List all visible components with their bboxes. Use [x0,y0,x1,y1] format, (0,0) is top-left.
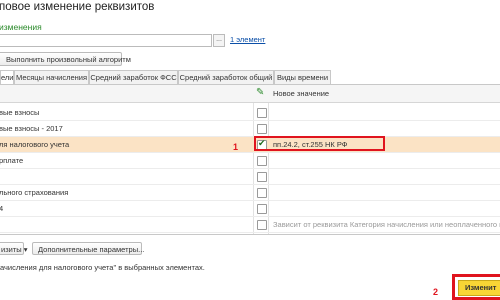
table-header: ✎ Новое значение [0,85,500,103]
row-name: 4 [0,204,4,213]
attributes-button-label: изиты [1,245,22,254]
table-row[interactable]: вые взносы - 2017 [0,121,500,137]
table-row[interactable]: Зависит от реквизита Категория начислени… [0,217,500,233]
row-checkbox[interactable] [257,124,267,134]
row-value[interactable]: Зависит от реквизита Категория начислени… [273,220,500,229]
tab-time-types[interactable]: Виды времени [274,70,331,84]
row-checkbox[interactable] [257,108,267,118]
apply-button-highlight: Изменит [452,274,500,300]
status-text: ачисления для налогового учета" в выбран… [0,263,205,272]
choose-objects-button[interactable]: ... [213,34,225,47]
value-column-header: Новое значение [273,89,330,98]
attributes-table: ✎ Новое значение вые взносы вые взносы -… [0,84,500,235]
row-name: ля налогового учета [0,140,70,149]
table-row-selected[interactable]: ля налогового учета пп.24.2, ст.255 НК Р… [0,137,500,153]
run-algorithm-button[interactable]: Выполнить произвольный алгоритм [0,52,131,66]
attributes-button[interactable]: изиты ▾ [0,242,28,255]
objects-input[interactable] [0,34,212,47]
page-subtitle: изменения [0,22,42,32]
extra-params-button[interactable]: Дополнительные параметры... [32,242,144,255]
pencil-icon[interactable]: ✎ [256,87,264,98]
annotation-number-2: 2 [433,287,439,297]
table-row[interactable]: вые взносы [0,105,500,121]
tab-accrual-months[interactable]: Месяцы начисления [14,70,89,84]
page-title: повое изменение реквизитов [0,1,155,13]
highlight-box-1 [254,136,385,151]
row-name: вые взносы - 2017 [0,124,63,133]
table-row[interactable] [0,169,500,185]
row-checkbox[interactable] [257,204,267,214]
tab-average-general[interactable]: Средний заработок общий [178,70,274,84]
row-checkbox[interactable] [257,188,267,198]
row-name: рплате [0,156,24,165]
row-checkbox[interactable] [257,172,267,182]
table-row[interactable]: рплате [0,153,500,169]
tab-main[interactable]: ели [0,70,14,84]
row-name: вые взносы [0,108,40,117]
annotation-number-1: 1 [233,142,239,152]
apply-button[interactable]: Изменит [458,280,500,296]
table-row[interactable]: 4 [0,201,500,217]
tab-average-fss[interactable]: Средний заработок ФСС [89,70,178,84]
chevron-down-icon: ▾ [23,245,28,254]
row-checkbox[interactable] [257,156,267,166]
row-checkbox[interactable] [257,220,267,230]
elements-count-link[interactable]: 1 элемент [230,35,265,44]
table-row[interactable]: льного страхования [0,185,500,201]
row-name: льного страхования [0,188,69,197]
